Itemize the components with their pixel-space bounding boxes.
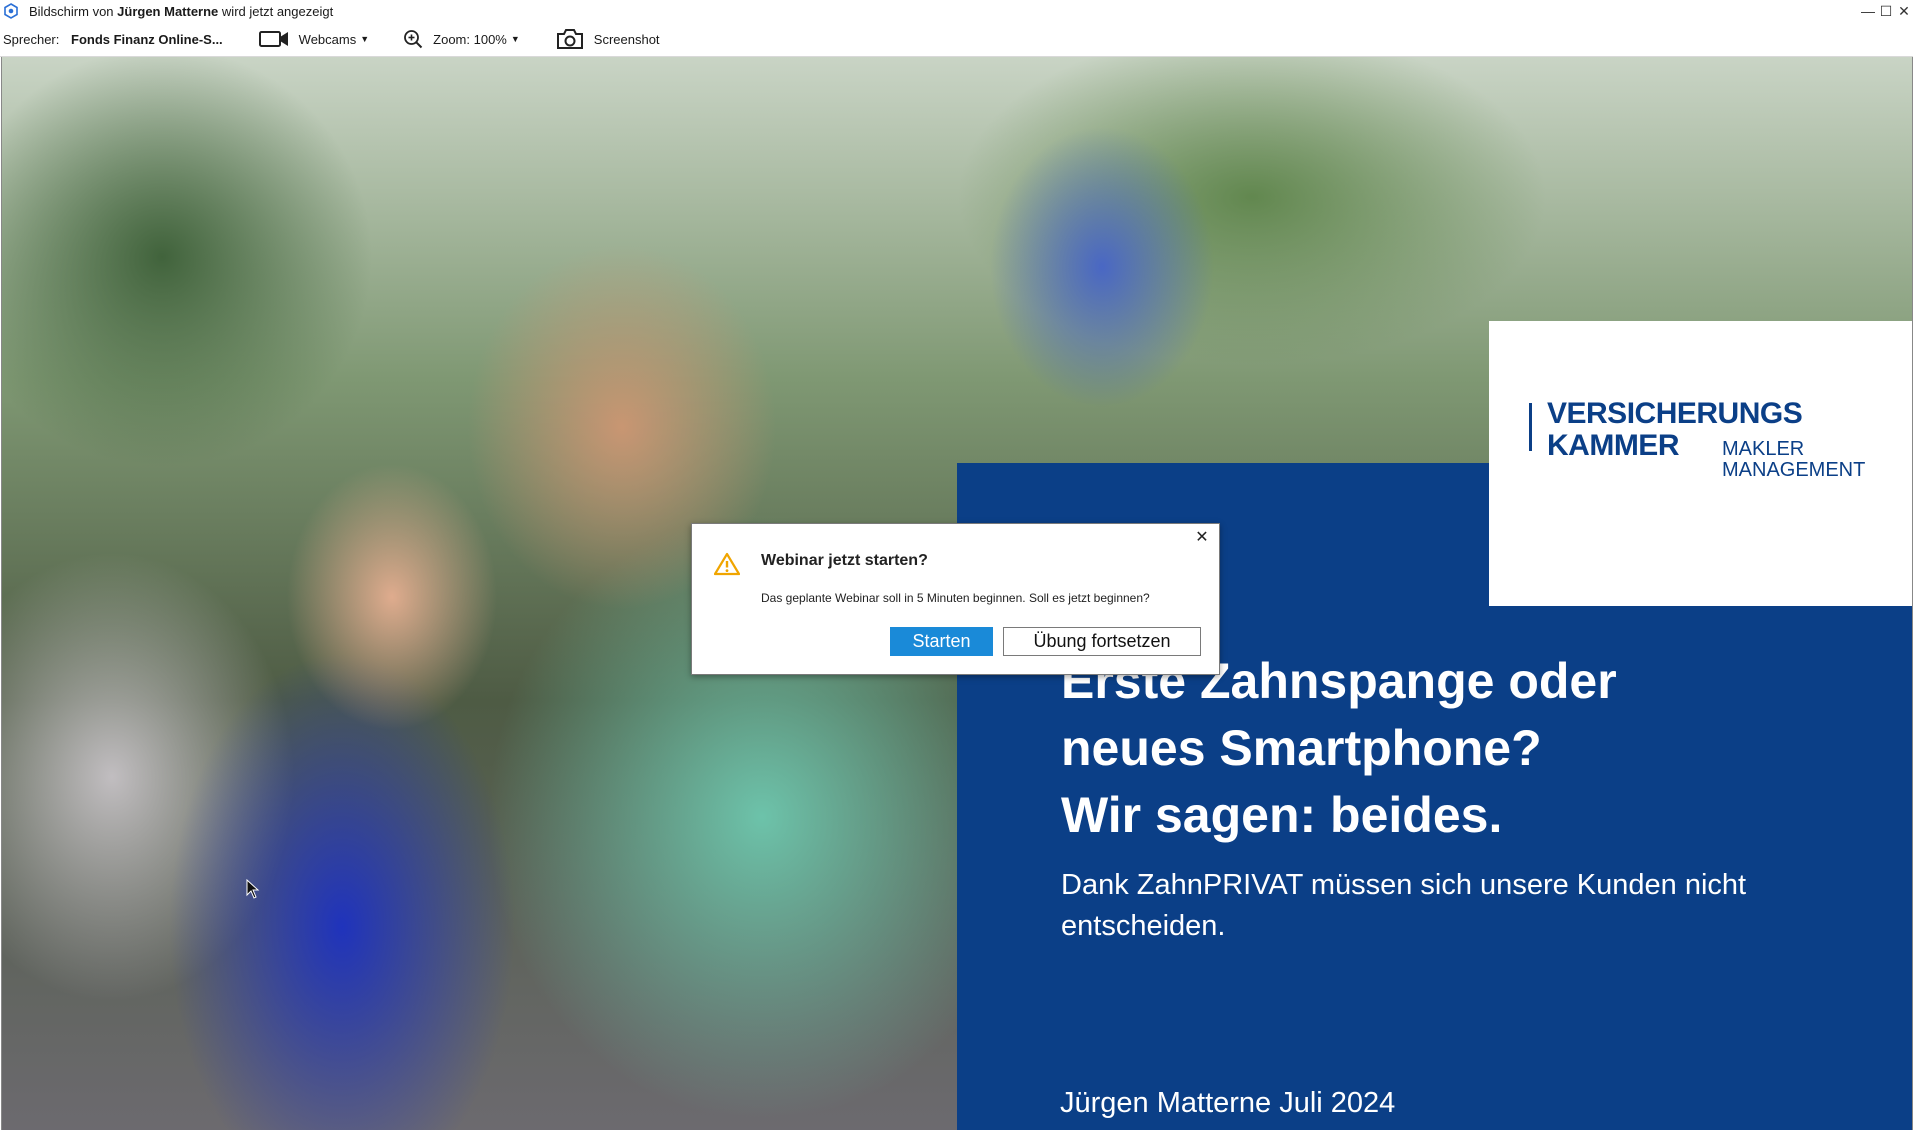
logo-line2: KAMMER	[1547, 429, 1680, 462]
zoom-in-icon	[404, 30, 423, 49]
slide-headline: Erste Zahnspange oder neues Smartphone? …	[1061, 648, 1901, 849]
headline-line: neues Smartphone?	[1061, 720, 1542, 776]
warning-icon	[714, 552, 740, 576]
company-logo: VERSICHERUNGS KAMMER MAKLER MANAGEMENT	[1489, 321, 1912, 606]
logo-sub2: MANAGEMENT	[1722, 459, 1866, 481]
start-button[interactable]: Starten	[890, 627, 993, 656]
headline-line: Wir sagen: beides.	[1061, 787, 1503, 843]
webcams-dropdown[interactable]: Webcams ▼	[258, 30, 370, 48]
dialog-title: Webinar jetzt starten?	[761, 552, 928, 569]
continue-practice-button[interactable]: Übung fortsetzen	[1003, 627, 1201, 656]
window-title: Bildschirm von Jürgen Matterne wird jetz…	[29, 4, 333, 19]
logo-sub1: MAKLER	[1722, 438, 1805, 460]
maximize-button[interactable]: ☐	[1877, 0, 1895, 22]
logo-line1: VERSICHERUNGS	[1547, 397, 1803, 430]
speaker-names: Fonds Finanz Online-S...	[71, 31, 223, 47]
speaker-info: Sprecher: Fonds Finanz Online-S...	[3, 32, 223, 47]
title-presenter-name: Jürgen Matterne	[117, 3, 219, 19]
speaker-label: Sprecher:	[3, 31, 60, 47]
screenshot-button[interactable]: Screenshot	[556, 28, 660, 50]
dialog-close-button[interactable]: ✕	[1193, 528, 1211, 546]
slide-subline: Dank ZahnPRIVAT müssen sich unsere Kunde…	[1061, 869, 1747, 942]
logo-bar	[1529, 403, 1532, 451]
screenshot-label: Screenshot	[593, 31, 660, 47]
window-title-bar: Bildschirm von Jürgen Matterne wird jetz…	[0, 0, 1913, 22]
video-camera-icon	[258, 31, 288, 47]
window-controls: — ☐ ✕	[1859, 0, 1913, 22]
chevron-down-icon: ▼	[510, 34, 520, 44]
mouse-cursor-icon	[246, 879, 260, 899]
app-logo-icon	[3, 3, 19, 19]
viewer-toolbar: Sprecher: Fonds Finanz Online-S... Webca…	[0, 22, 1913, 57]
webcams-label: Webcams	[298, 31, 357, 47]
chevron-down-icon: ▼	[360, 34, 370, 44]
title-prefix: Bildschirm von	[29, 3, 114, 19]
minimize-button[interactable]: —	[1859, 0, 1877, 22]
dialog-message: Das geplante Webinar soll in 5 Minuten b…	[761, 591, 1150, 605]
slide-author: Jürgen Matterne Juli 2024	[1060, 1087, 1396, 1119]
zoom-dropdown[interactable]: Zoom: 100% ▼	[403, 29, 520, 49]
zoom-label: Zoom: 100%	[433, 31, 507, 47]
camera-icon	[556, 29, 583, 49]
start-webinar-dialog: ✕ Webinar jetzt starten? Das geplante We…	[691, 523, 1220, 675]
title-suffix: wird jetzt angezeigt	[221, 3, 334, 19]
close-window-button[interactable]: ✕	[1895, 0, 1913, 22]
